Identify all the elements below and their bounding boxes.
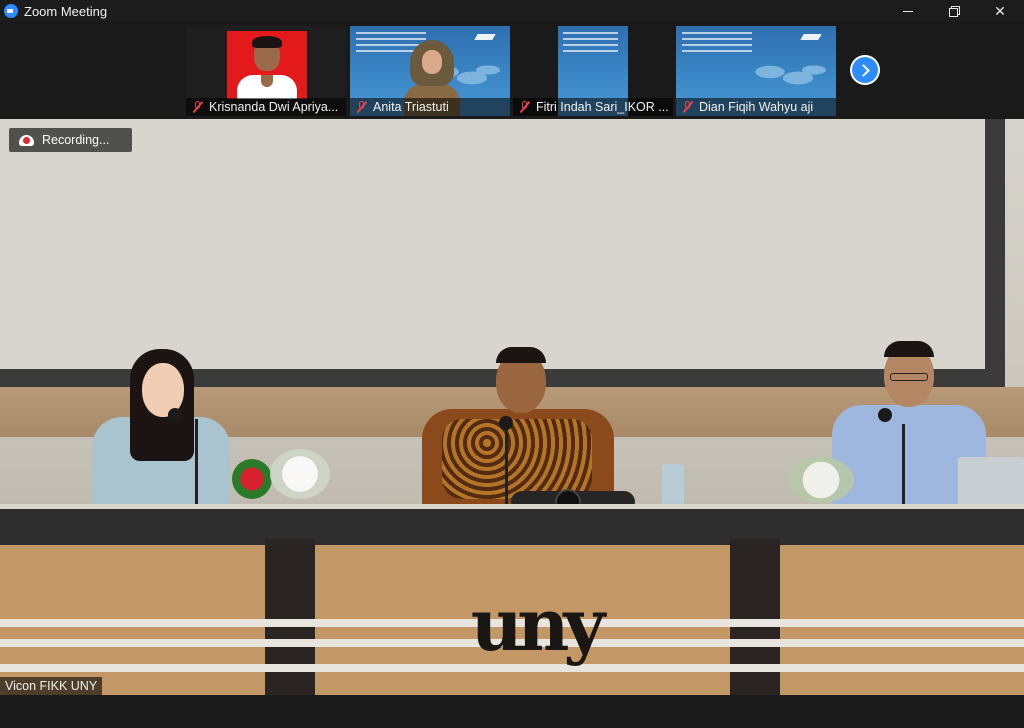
title-bar: Zoom Meeting ✕ [0,0,1024,22]
next-page-button[interactable] [850,55,880,85]
participant-name: Fitri Indah Sari_IKOR ... [536,100,669,114]
uny-logo: uny [470,582,606,667]
close-button[interactable]: ✕ [977,0,1023,22]
participant-tile[interactable]: Fitri Indah Sari_IKOR ... [513,26,673,116]
participant-strip: Krisnanda Dwi Apriya... Anita Triastuti … [0,22,1024,119]
participant-name-bar: Krisnanda Dwi Apriya... [186,98,346,116]
speaker-name: Vicon FIKK UNY [0,677,103,695]
recording-icon [19,134,34,146]
participant-video [227,31,307,99]
mic-muted-icon [192,101,204,113]
mic-muted-icon [682,101,694,113]
window-title: Zoom Meeting [24,4,108,19]
participant-name-bar: Fitri Indah Sari_IKOR ... [513,98,673,116]
chevron-right-icon [857,63,870,77]
main-video: uny Recording... Vicon FIKK UNY [0,119,1024,695]
mic-muted-icon [356,101,368,113]
participant-tile[interactable]: Anita Triastuti [350,26,510,116]
mic-muted-icon [519,101,531,113]
restore-icon [949,6,960,17]
participant-name: Anita Triastuti [373,100,449,114]
minimize-icon [903,10,913,12]
laptop [958,457,1024,509]
bottom-bar [0,695,1024,728]
participant-name: Dian Fiqih Wahyu aji [699,100,814,114]
participant-name-bar: Dian Fiqih Wahyu aji [676,98,836,116]
participant-name-bar: Anita Triastuti [350,98,510,116]
projection-screen [0,119,993,377]
participant-tile[interactable]: Krisnanda Dwi Apriya... [186,26,346,116]
zoom-icon [4,4,18,18]
close-icon: ✕ [994,2,1006,19]
minimize-button[interactable] [885,0,931,22]
recording-indicator[interactable]: Recording... [9,128,132,152]
participant-name: Krisnanda Dwi Apriya... [209,100,339,114]
participant-tile[interactable]: Dian Fiqih Wahyu aji [676,26,836,116]
restore-button[interactable] [931,0,977,22]
recording-label: Recording... [42,133,110,147]
